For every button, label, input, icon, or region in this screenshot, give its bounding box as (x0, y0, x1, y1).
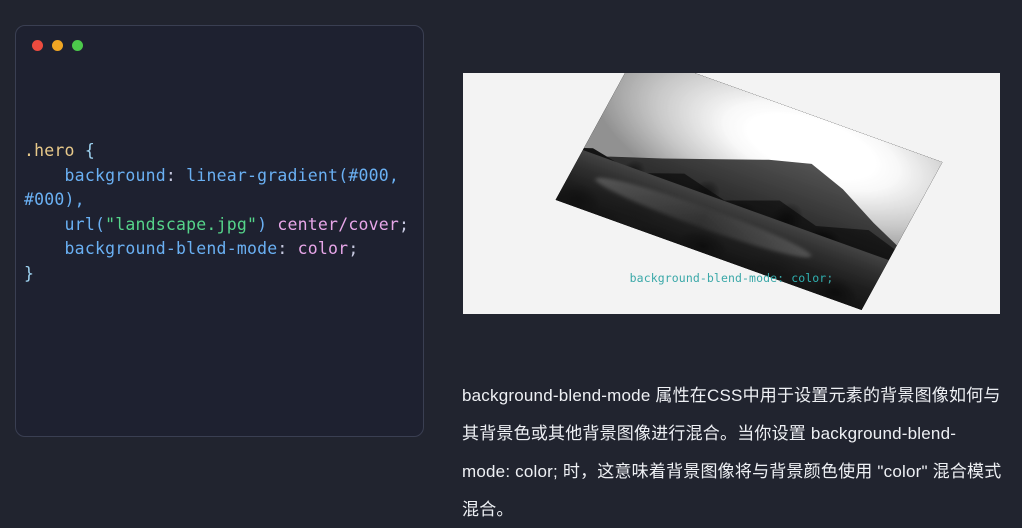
code-token-punc (24, 215, 65, 234)
demo-caption: background-blend-mode: color; (463, 271, 1000, 285)
demo-caption-separator: : (777, 271, 792, 285)
code-token-num: #000 (348, 165, 389, 185)
code-token-fn: , (388, 165, 410, 185)
code-token-val: color (297, 239, 349, 258)
close-dot[interactable] (32, 40, 43, 51)
code-token-punc (24, 166, 65, 185)
code-token-fn: linear-gradient (186, 165, 339, 185)
maximize-dot[interactable] (72, 40, 83, 51)
demo-caption-terminator: ; (826, 271, 834, 285)
code-token-punc (267, 215, 277, 234)
code-token-punc: ; (348, 239, 359, 258)
code-token-fn: ( (338, 165, 349, 185)
demo-caption-value: color (791, 271, 827, 285)
code-token-punc (75, 141, 85, 160)
code-token-num: #000 (24, 190, 65, 209)
description-paragraph: background-blend-mode 属性在CSS中用于设置元素的背景图像… (462, 386, 1002, 519)
page-root: .hero { background: linear-gradient(#000… (0, 0, 1022, 528)
code-token-fn: ( (94, 214, 106, 234)
demo-caption-property: background-blend-mode (629, 271, 778, 285)
demo-preview-panel: background-blend-mode: color; (463, 73, 1000, 314)
code-token-sel: .hero (24, 141, 75, 160)
demo-stage: background-blend-mode: color; (463, 73, 1000, 314)
code-token-fn: ), (64, 190, 85, 209)
code-card: .hero { background: linear-gradient(#000… (15, 25, 424, 437)
code-token-punc: ; (399, 214, 410, 234)
code-token-fn: ) (257, 214, 268, 234)
minimize-dot[interactable] (52, 40, 63, 51)
code-token-fn: url (64, 214, 95, 234)
right-column: background-blend-mode: color; background… (462, 0, 1022, 528)
code-block: .hero { background: linear-gradient(#000… (16, 139, 423, 286)
code-token-brace: } (24, 263, 35, 283)
code-card-titlebar (32, 40, 83, 51)
code-token-brace: { (84, 141, 95, 160)
code-token-punc (24, 239, 65, 258)
code-token-punc: : (277, 239, 298, 258)
code-token-punc: : (165, 165, 187, 185)
code-token-prop: background-blend-mode (64, 239, 278, 258)
code-token-val: center/cover (277, 214, 399, 234)
code-token-str: "landscape.jpg" (105, 214, 258, 234)
code-token-prop: background (64, 165, 166, 185)
